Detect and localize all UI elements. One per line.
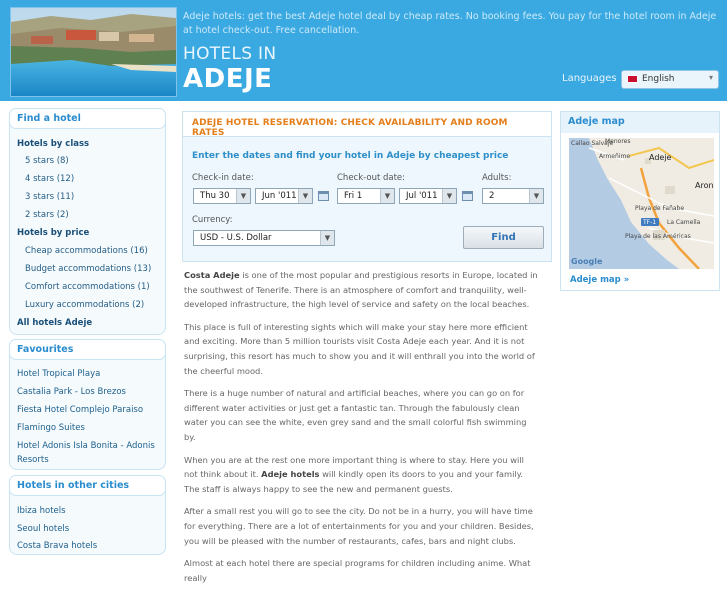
class-2-stars-link[interactable]: 2 stars (2) bbox=[25, 210, 69, 220]
languages-label: Languages bbox=[562, 73, 617, 84]
adults-select[interactable]: 2 ▼ bbox=[482, 188, 544, 204]
checkout-label: Check-out date: bbox=[337, 173, 406, 183]
map-label-aron: Aron bbox=[695, 181, 714, 190]
uk-flag-icon bbox=[627, 75, 638, 83]
site-header: Adeje hotels: get the best Adeje hotel d… bbox=[0, 0, 727, 101]
chevron-down-icon: ▼ bbox=[236, 189, 250, 203]
article-content: Costa Adeje is one of the most popular a… bbox=[184, 268, 539, 593]
checkin-calendar-icon[interactable] bbox=[318, 191, 329, 201]
chevron-down-icon: ▼ bbox=[529, 189, 543, 203]
city-link[interactable]: Ibiza hotels bbox=[17, 506, 66, 516]
checkin-month-value: Jun '011 bbox=[262, 191, 297, 201]
reservation-subtitle: Enter the dates and find your hotel in A… bbox=[192, 151, 509, 161]
map-label-menores: Menores bbox=[605, 138, 631, 145]
checkout-day-value: Fri 1 bbox=[344, 191, 363, 201]
reservation-form: ADEJE HOTEL RESERVATION: CHECK AVAILABIL… bbox=[182, 111, 552, 262]
adeje-map[interactable]: Callao Salvaje Menores Armeñime Adeje Ar… bbox=[569, 138, 714, 269]
checkin-day-value: Thu 30 bbox=[200, 191, 230, 201]
favourite-item[interactable]: Hotel Adonis Isla Bonita - Adonis bbox=[17, 441, 155, 451]
map-label-camella: La Camella bbox=[667, 219, 701, 226]
article-paragraph: This place is full of interesting sights… bbox=[184, 321, 535, 376]
city-link[interactable]: Costa Brava hotels bbox=[17, 541, 97, 551]
page-title: ADEJE bbox=[183, 64, 273, 94]
reservation-title: ADEJE HOTEL RESERVATION: CHECK AVAILABIL… bbox=[183, 112, 551, 138]
map-label-adeje: Adeje bbox=[649, 153, 672, 162]
chevron-down-icon: ▼ bbox=[298, 189, 312, 203]
article-paragraph: Costa Adeje is one of the most popular a… bbox=[184, 268, 539, 312]
checkin-label: Check-in date: bbox=[192, 173, 254, 183]
all-hotels-link[interactable]: All hotels Adeje bbox=[17, 318, 92, 328]
article-paragraph: There is a huge number of natural and ar… bbox=[184, 388, 527, 442]
checkin-month-select[interactable]: Jun '011 ▼ bbox=[255, 188, 313, 204]
map-panel: Adeje map Callao Salvaje Menores Armeñim… bbox=[560, 111, 720, 291]
price-cheap-link[interactable]: Cheap accommodations (16) bbox=[25, 246, 148, 256]
checkout-month-select[interactable]: Jul '011 ▼ bbox=[399, 188, 457, 204]
currency-select[interactable]: USD - U.S. Dollar ▼ bbox=[193, 230, 335, 246]
hotels-by-price-link[interactable]: Hotels by price bbox=[17, 228, 89, 238]
find-button[interactable]: Find bbox=[463, 226, 544, 249]
other-cities-title: Hotels in other cities bbox=[9, 475, 166, 496]
adeje-map-link[interactable]: Adeje map » bbox=[570, 275, 629, 285]
class-4-stars-link[interactable]: 4 stars (12) bbox=[25, 174, 74, 184]
article-paragraph: Almost at each hotel there are special p… bbox=[184, 558, 531, 583]
favourite-item[interactable]: Fiesta Hotel Complejo Paraiso bbox=[17, 405, 143, 415]
price-luxury-link[interactable]: Luxury accommodations (2) bbox=[25, 300, 144, 310]
article-keyword: Adeje hotels bbox=[261, 469, 320, 480]
header-resort-photo bbox=[10, 7, 177, 97]
header-tagline: Adeje hotels: get the best Adeje hotel d… bbox=[183, 11, 717, 36]
google-logo: Google bbox=[571, 257, 603, 266]
price-comfort-link[interactable]: Comfort accommodations (1) bbox=[25, 282, 150, 292]
currency-label: Currency: bbox=[192, 215, 233, 225]
checkin-day-select[interactable]: Thu 30 ▼ bbox=[193, 188, 251, 204]
checkout-month-value: Jul '011 bbox=[406, 191, 438, 201]
find-hotel-title: Find a hotel bbox=[9, 108, 166, 129]
hotels-by-class-link[interactable]: Hotels by class bbox=[17, 139, 89, 149]
chevron-down-icon: ▼ bbox=[380, 189, 394, 203]
favourites-title: Favourites bbox=[9, 339, 166, 360]
article-keyword: Costa Adeje bbox=[184, 270, 240, 280]
chevron-down-icon: ▼ bbox=[442, 189, 456, 203]
checkout-calendar-icon[interactable] bbox=[462, 191, 473, 201]
city-link[interactable]: Seoul hotels bbox=[17, 524, 69, 534]
price-budget-link[interactable]: Budget accommodations (13) bbox=[25, 264, 151, 274]
map-label-armenime: Armeñime bbox=[599, 153, 630, 160]
map-label-tf1: TF-1 bbox=[642, 219, 656, 226]
adults-label: Adults: bbox=[482, 173, 512, 183]
article-paragraph: After a small rest you will go to see th… bbox=[184, 506, 534, 546]
favourite-item[interactable]: Hotel Tropical Playa bbox=[17, 369, 100, 379]
currency-value: USD - U.S. Dollar bbox=[200, 233, 272, 243]
chevron-down-icon: ▼ bbox=[320, 231, 334, 245]
class-3-stars-link[interactable]: 3 stars (11) bbox=[25, 192, 74, 202]
language-select[interactable]: English ▾ bbox=[621, 70, 719, 89]
chevron-down-icon: ▾ bbox=[708, 73, 713, 82]
language-value: English bbox=[642, 74, 675, 84]
header-hotels-in: HOTELS IN bbox=[183, 44, 277, 64]
checkout-day-select[interactable]: Fri 1 ▼ bbox=[337, 188, 395, 204]
favourite-item[interactable]: Resorts bbox=[17, 455, 49, 465]
map-label-americas: Playa de las Américas bbox=[625, 233, 691, 240]
map-label-fanabe: Playa de Fañabe bbox=[635, 205, 684, 212]
favourite-item[interactable]: Flamingo Suites bbox=[17, 423, 85, 433]
favourite-item[interactable]: Castalia Park - Los Brezos bbox=[17, 387, 126, 397]
adults-value: 2 bbox=[489, 191, 495, 201]
map-title: Adeje map bbox=[561, 112, 719, 133]
article-paragraph: When you are at the rest one more import… bbox=[184, 453, 539, 497]
class-5-stars-link[interactable]: 5 stars (8) bbox=[25, 156, 69, 166]
